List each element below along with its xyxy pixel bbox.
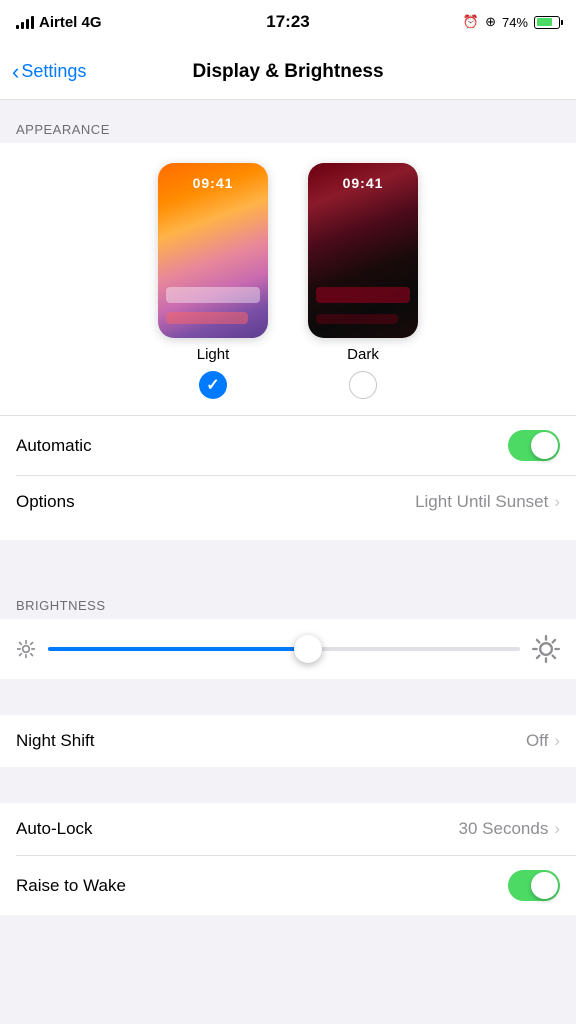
dark-mode-preview: 09:41 [308, 163, 418, 338]
night-shift-chevron-icon: › [554, 731, 560, 751]
status-left: Airtel 4G [16, 14, 102, 31]
auto-lock-value: 30 Seconds [459, 819, 549, 839]
automatic-row[interactable]: Automatic [0, 416, 576, 475]
auto-lock-card: Auto-Lock 30 Seconds › Raise to Wake [0, 803, 576, 915]
gap-nightshift [0, 679, 576, 715]
location-icon: ⊕ [485, 14, 496, 30]
auto-lock-row[interactable]: Auto-Lock 30 Seconds › [0, 803, 576, 855]
night-shift-right: Off › [526, 731, 560, 751]
battery-percent: 74% [502, 15, 528, 30]
light-time: 09:41 [158, 175, 268, 191]
brightness-row [16, 635, 560, 663]
dark-mode-option[interactable]: 09:41 Dark [308, 163, 418, 399]
options-chevron-icon: › [554, 492, 560, 512]
back-label: Settings [21, 61, 86, 82]
night-shift-row[interactable]: Night Shift Off › [0, 715, 576, 767]
battery-fill [537, 18, 553, 26]
carrier-label: Airtel 4G [39, 14, 102, 31]
auto-lock-label: Auto-Lock [16, 819, 93, 839]
dark-bars [308, 278, 418, 338]
automatic-label: Automatic [16, 436, 92, 456]
light-mode-option[interactable]: 09:41 Light [158, 163, 268, 399]
raise-toggle-thumb [531, 872, 558, 899]
raise-to-wake-toggle[interactable] [508, 870, 560, 901]
light-mode-radio[interactable] [199, 371, 227, 399]
brightness-card [0, 619, 576, 679]
nav-bar: ‹ Settings Display & Brightness [0, 44, 576, 100]
light-bars [158, 278, 268, 338]
raise-to-wake-label: Raise to Wake [16, 876, 126, 896]
raise-to-wake-row[interactable]: Raise to Wake [0, 856, 576, 915]
dark-time: 09:41 [308, 175, 418, 191]
options-row[interactable]: Options Light Until Sunset › [0, 476, 576, 528]
battery-icon [534, 16, 560, 29]
battery-container [534, 16, 560, 29]
dark-mode-label: Dark [347, 346, 379, 363]
auto-lock-chevron-icon: › [554, 819, 560, 839]
brightness-fill [48, 647, 308, 651]
night-shift-value: Off [526, 731, 548, 751]
status-right: ⏰ ⊕ 74% [463, 14, 560, 30]
sun-small-icon [16, 639, 36, 659]
gap-brightness [0, 540, 576, 576]
auto-lock-right: 30 Seconds › [459, 819, 560, 839]
options-label: Options [16, 492, 75, 512]
light-mode-preview: 09:41 [158, 163, 268, 338]
options-right: Light Until Sunset › [415, 492, 560, 512]
night-shift-card: Night Shift Off › [0, 715, 576, 767]
dark-mode-radio[interactable] [349, 371, 377, 399]
brightness-thumb[interactable] [294, 635, 322, 663]
toggle-thumb [531, 432, 558, 459]
signal-bars [16, 15, 34, 29]
appearance-section-header: APPEARANCE [0, 100, 576, 143]
alarm-icon: ⏰ [463, 14, 479, 30]
back-button[interactable]: ‹ Settings [12, 61, 86, 83]
status-time: 17:23 [266, 12, 309, 32]
automatic-toggle[interactable] [508, 430, 560, 461]
light-mode-label: Light [197, 346, 230, 363]
night-shift-label: Night Shift [16, 731, 94, 751]
gap-autolock [0, 767, 576, 803]
options-value: Light Until Sunset [415, 492, 548, 512]
brightness-section-header: BRIGHTNESS [0, 576, 576, 619]
appearance-card: 09:41 Light 09:41 Dark A [0, 143, 576, 540]
sun-large-icon [532, 635, 560, 663]
brightness-slider[interactable] [48, 647, 520, 651]
status-bar: Airtel 4G 17:23 ⏰ ⊕ 74% [0, 0, 576, 44]
page-title: Display & Brightness [192, 61, 383, 83]
appearance-options: 09:41 Light 09:41 Dark [0, 163, 576, 399]
chevron-left-icon: ‹ [12, 61, 19, 83]
